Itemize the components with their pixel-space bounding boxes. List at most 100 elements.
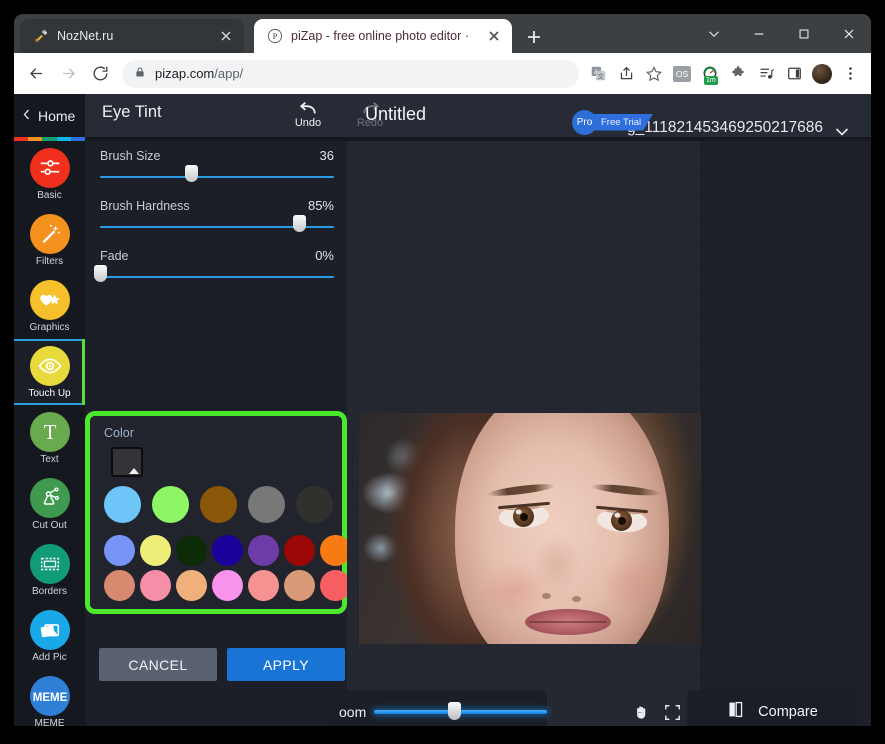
undo-button[interactable]: Undo [286,97,330,129]
close-icon[interactable] [218,28,234,44]
svg-text:P: P [273,31,278,41]
sidebar-item-label: Filters [35,255,64,267]
bookmark-star-icon[interactable] [641,61,667,87]
maximize-icon[interactable] [781,14,826,53]
sidebar-item-meme[interactable]: MEME MEME [14,669,85,726]
slider-track[interactable] [100,165,334,182]
sidebar-item-label: Borders [31,585,67,597]
slider-value: 85% [307,198,334,213]
back-arrow-icon[interactable] [22,60,50,88]
translate-icon[interactable]: A 文 [585,61,611,87]
magic-wand-icon [29,213,70,254]
tool-sidebar: Basic Filters Graphics Touch Up T Text C… [14,141,85,726]
reload-icon[interactable] [86,60,114,88]
close-icon[interactable] [486,28,502,44]
os-extension-chip[interactable]: OS [669,61,695,87]
more-menu-icon[interactable] [837,61,863,87]
color-swatch[interactable] [284,535,315,566]
compare-panels-icon [726,700,745,724]
brush-hardness-slider[interactable]: Brush Hardness 85% [100,198,334,232]
share-icon[interactable] [613,61,639,87]
slider-thumb[interactable] [94,265,107,282]
canvas-stage[interactable] [347,141,871,726]
url-domain: pizap.com [155,66,215,81]
apply-button[interactable]: APPLY [227,648,345,681]
color-swatch[interactable] [140,535,171,566]
color-swatch[interactable] [176,535,207,566]
sidebar-item-label: Graphics [29,321,70,333]
browser-tab-pizap[interactable]: P piZap - free online photo editor · [254,19,512,53]
color-swatch[interactable] [212,570,243,601]
triangle-icon [129,468,139,474]
sliders-icon [29,147,70,188]
sidebar-item-borders[interactable]: Borders [14,537,85,603]
color-swatch[interactable] [176,570,207,601]
sidebar-item-text[interactable]: T Text [14,405,85,471]
color-swatch[interactable] [104,570,135,601]
address-bar[interactable]: pizap.com/app/ [122,59,579,88]
fade-slider[interactable]: Fade 0% [94,248,334,282]
photo-nose [535,533,591,599]
hand-icon[interactable] [632,703,651,726]
browser-tab-noznet[interactable]: NozNet.ru [20,19,244,53]
sidebar-item-basic[interactable]: Basic [14,141,85,207]
slider-label: Fade [100,249,129,263]
eye-icon [29,345,70,386]
sidebar-item-label: Basic [37,189,62,201]
color-swatch[interactable] [248,570,279,601]
profile-avatar[interactable] [809,61,835,87]
compare-button[interactable]: Compare [687,690,857,726]
color-swatch-row [104,570,351,601]
color-swatch[interactable] [212,535,243,566]
tools-icon [33,28,49,44]
user-id-label[interactable]: g_111821453469250217686 [627,119,823,137]
sidebar-item-filters[interactable]: Filters [14,207,85,273]
fullscreen-icon[interactable] [663,703,682,726]
sidebar-item-label: Text [40,453,59,465]
media-playlist-icon[interactable] [753,61,779,87]
screenshot-root: NozNet.ru P piZap - free online photo ed… [0,0,885,744]
side-panel-icon[interactable] [781,61,807,87]
speedtest-extension-icon[interactable]: 1m [697,61,723,87]
photo-cheek-right [599,553,674,613]
minimize-icon[interactable] [736,14,781,53]
cancel-button[interactable]: CANCEL [99,648,217,681]
sidebar-item-add-pic[interactable]: Add Pic [14,603,85,669]
color-swatch[interactable] [104,486,141,523]
color-swatch[interactable] [152,486,189,523]
color-swatch[interactable] [200,486,237,523]
slider-thumb[interactable] [185,165,199,182]
sidebar-item-graphics[interactable]: Graphics [14,273,85,339]
home-button[interactable]: Home [14,94,85,137]
editing-photo[interactable] [359,413,701,644]
puzzle-extension-icon[interactable] [725,61,751,87]
color-swatch[interactable] [104,535,135,566]
pro-free-trial-badge[interactable]: Pro Free Trial [572,109,653,135]
zoom-slider-thumb[interactable] [447,702,461,720]
zoom-slider-track[interactable] [374,702,547,720]
color-swatch[interactable] [140,570,171,601]
color-swatch[interactable] [284,570,315,601]
document-title[interactable]: Untitled [365,104,426,125]
color-swatch[interactable] [248,486,285,523]
zoom-toolbar: oom [329,690,547,726]
slider-track[interactable] [94,265,334,282]
home-button-label: Home [38,107,76,124]
slider-thumb[interactable] [292,215,306,232]
color-swatch[interactable] [296,486,333,523]
slider-track[interactable] [100,215,334,232]
current-color-swatch[interactable] [111,447,143,477]
brush-size-slider[interactable]: Brush Size 36 [100,148,334,182]
svg-text:MEME: MEME [32,692,67,704]
chevron-down-icon[interactable] [833,123,851,146]
sidebar-item-touch-up[interactable]: Touch Up [14,339,85,405]
close-icon[interactable] [826,14,871,53]
sidebar-item-label: Cut Out [32,519,67,531]
chevron-down-icon[interactable] [691,14,736,53]
sidebar-item-cut-out[interactable]: Cut Out [14,471,85,537]
action-buttons: CANCEL APPLY [99,648,345,681]
canvas-right-gutter [700,141,871,726]
new-tab-button[interactable] [522,25,546,49]
chevron-left-icon [20,108,33,124]
color-swatch[interactable] [248,535,279,566]
